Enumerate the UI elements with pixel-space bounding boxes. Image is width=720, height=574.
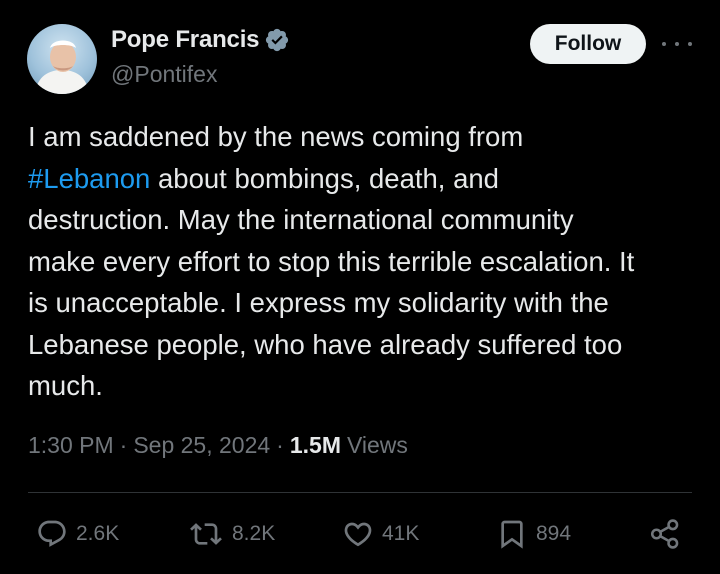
- more-dot: [662, 42, 666, 46]
- reply-button[interactable]: 2.6K: [36, 512, 119, 556]
- author-handle[interactable]: @Pontifex: [111, 61, 217, 88]
- tweet-date[interactable]: Sep 25, 2024: [133, 432, 270, 459]
- repost-icon: [190, 523, 222, 545]
- avatar[interactable]: [27, 24, 97, 94]
- hashtag-link[interactable]: #Lebanon: [28, 163, 150, 194]
- share-button[interactable]: [648, 512, 682, 556]
- share-icon: [650, 519, 679, 549]
- meta-separator: ·: [276, 432, 284, 458]
- tweet-meta: 1:30 PM · Sep 25, 2024 · 1.5M Views: [28, 432, 408, 459]
- tweet-text-before: I am saddened by the news coming from: [28, 121, 524, 152]
- author-name-row: Pope Francis: [111, 26, 290, 54]
- tweet-header: Pope Francis @Pontifex Follow: [27, 24, 692, 94]
- bookmark-icon: [501, 520, 523, 549]
- more-icon[interactable]: [662, 34, 692, 54]
- views-label[interactable]: Views: [347, 432, 408, 459]
- bookmark-count: 894: [536, 522, 572, 545]
- heart-icon: [344, 522, 372, 547]
- tweet-text-after: about bombings, death, and destruction. …: [28, 162, 635, 402]
- divider: [28, 492, 692, 493]
- author-name[interactable]: Pope Francis: [111, 26, 260, 54]
- more-dot: [675, 42, 679, 46]
- action-bar: 2.6K 8.2K 41K 894: [28, 512, 692, 556]
- follow-button[interactable]: Follow: [530, 24, 646, 64]
- like-count: 41K: [382, 522, 420, 545]
- tweet-text: I am saddened by the news coming from #L…: [28, 116, 698, 407]
- reply-count: 2.6K: [76, 522, 120, 545]
- like-button[interactable]: 41K: [342, 512, 419, 556]
- repost-count: 8.2K: [232, 522, 276, 545]
- views-count[interactable]: 1.5M: [290, 432, 341, 459]
- meta-separator: ·: [119, 432, 128, 458]
- bookmark-button[interactable]: 894: [496, 512, 571, 556]
- verified-badge-icon[interactable]: [264, 27, 290, 53]
- reply-icon: [38, 520, 66, 547]
- more-dot: [688, 42, 692, 46]
- avatar-image: [35, 40, 89, 94]
- repost-button[interactable]: 8.2K: [188, 512, 275, 556]
- tweet-time[interactable]: 1:30 PM: [28, 432, 114, 459]
